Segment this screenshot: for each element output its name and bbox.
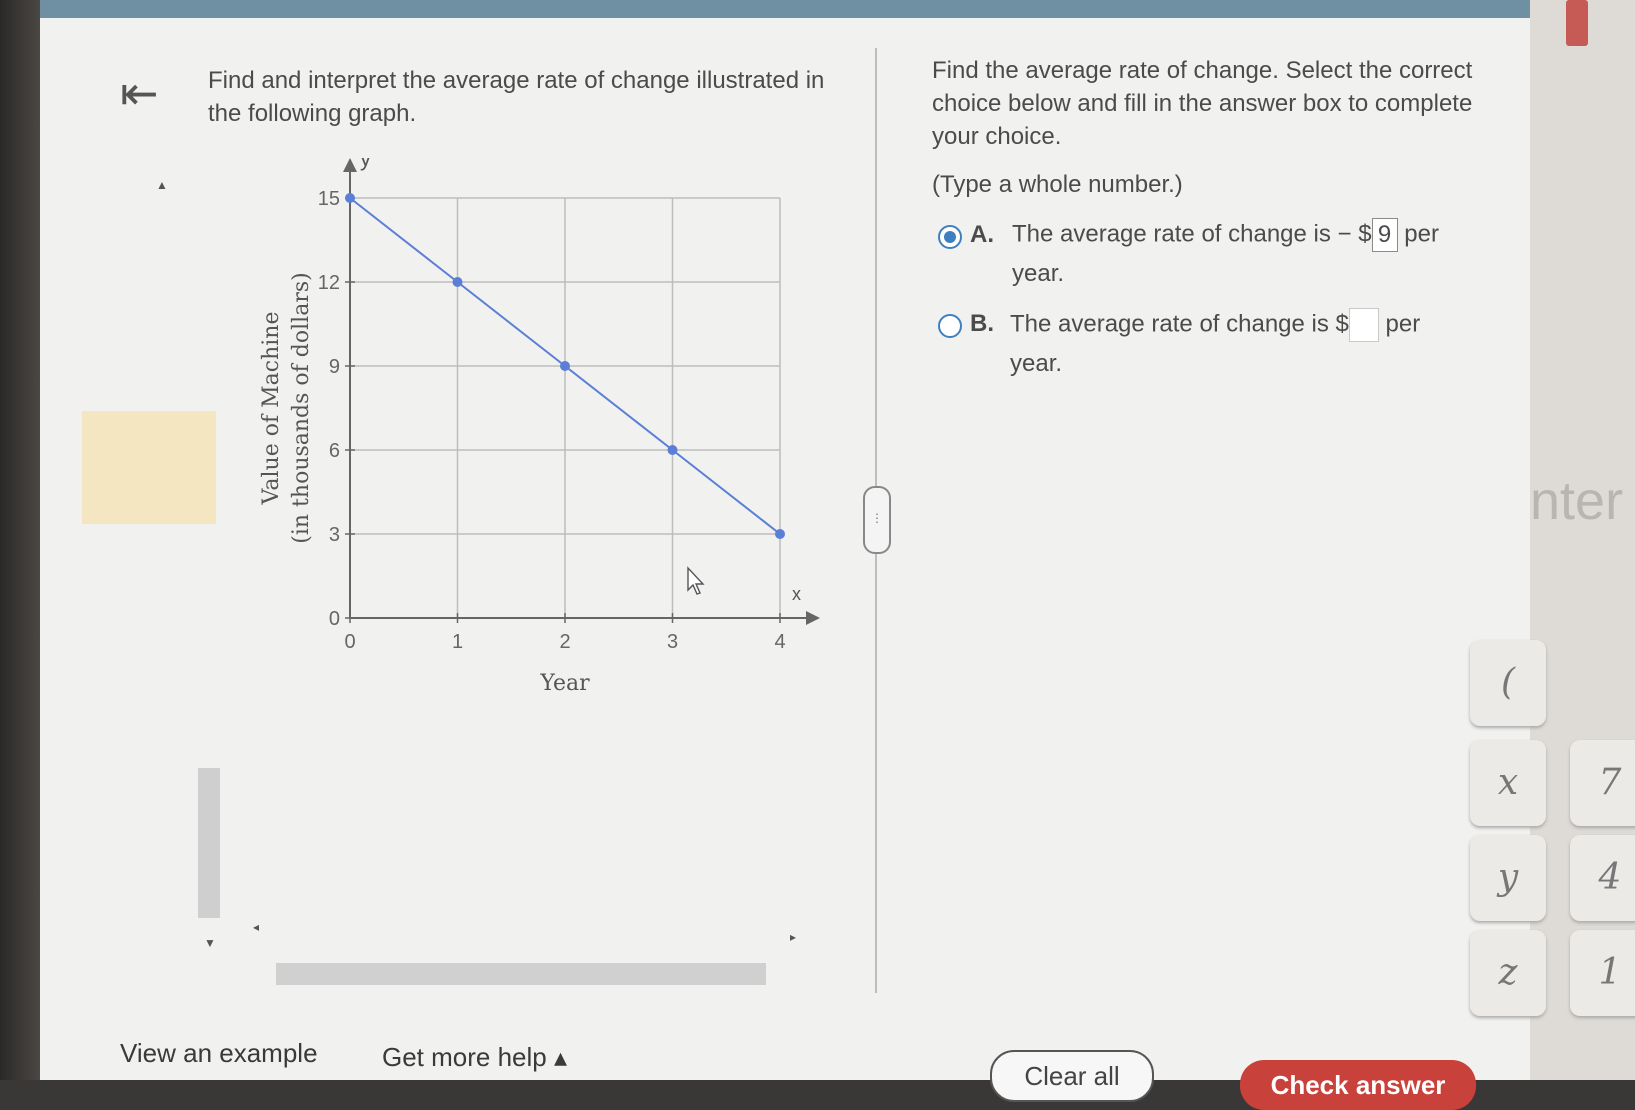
y-axis-letter: y xyxy=(360,158,371,171)
x-axis-label: Year xyxy=(539,671,590,696)
enter-key-text[interactable]: nter xyxy=(1530,470,1623,532)
option-b-label: The average rate of change is $ xyxy=(1010,310,1349,338)
option-b-line2: year. xyxy=(1010,350,1063,377)
y-axis-label-units: (in thousands of dollars) xyxy=(289,272,314,543)
option-a-radio[interactable] xyxy=(938,225,962,249)
key-z[interactable]: z xyxy=(1470,930,1546,1016)
y-tick-label: 9 xyxy=(329,356,340,378)
instructions-text: Find the average rate of change. Select … xyxy=(932,57,1473,150)
grid xyxy=(350,197,781,618)
monitor-bezel xyxy=(0,0,40,1080)
key-y[interactable]: y xyxy=(1470,835,1546,921)
x-axis-letter: x xyxy=(792,584,801,604)
option-b-answer-box[interactable] xyxy=(1348,308,1379,342)
option-a-text: The average rate of change is − $9 per xyxy=(1012,218,1439,252)
key-7[interactable]: 7 xyxy=(1570,740,1635,826)
question-prompt: Find and interpret the average rate of c… xyxy=(208,67,825,127)
key-1[interactable]: 1 xyxy=(1570,930,1635,1016)
scroll-right-arrow-icon[interactable]: ▸ xyxy=(790,930,796,944)
y-tick-label: 3 xyxy=(329,524,340,546)
top-bar xyxy=(40,0,1540,18)
hint-text: (Type a whole number.) xyxy=(932,171,1183,198)
highlight-strip xyxy=(82,411,216,524)
key-open-paren[interactable]: ( xyxy=(1470,640,1546,726)
data-point xyxy=(345,193,355,203)
option-a-line2: year. xyxy=(1012,260,1065,287)
option-b-text: The average rate of change is $ per xyxy=(1010,308,1420,342)
scroll-down-arrow-icon[interactable]: ▼ xyxy=(204,936,216,950)
view-example-link[interactable]: View an example xyxy=(120,1038,318,1069)
x-tick-label: 4 xyxy=(774,631,785,653)
scroll-left-arrow-icon[interactable]: ◂ xyxy=(253,920,259,934)
data-point xyxy=(452,277,463,287)
horizontal-scrollbar[interactable] xyxy=(276,963,766,985)
radio-selected-dot xyxy=(944,231,956,243)
get-more-help-link[interactable]: Get more help ▴ xyxy=(382,1042,567,1073)
key-4[interactable]: 4 xyxy=(1570,835,1635,921)
clear-all-button[interactable]: Clear all xyxy=(990,1050,1154,1102)
scroll-up-arrow-icon[interactable]: ▲ xyxy=(156,178,168,192)
data-point xyxy=(667,445,678,455)
check-answer-button[interactable]: Check answer xyxy=(1240,1060,1476,1110)
option-b-label-after: per xyxy=(1378,310,1421,338)
graph: 0 1 2 3 403691215 Year Value of Machine (in … xyxy=(259,158,820,696)
y-tick-label: 6 xyxy=(329,440,340,462)
side-panel-tab[interactable] xyxy=(1566,0,1588,46)
back-to-start-icon[interactable]: ⇤ xyxy=(120,70,159,116)
key-x[interactable]: x xyxy=(1470,740,1546,826)
option-a-answer-box[interactable]: 9 xyxy=(1371,218,1398,252)
y-tick-label: 12 xyxy=(318,272,340,294)
vertical-scrollbar[interactable] xyxy=(198,768,220,918)
x-tick-label: 3 xyxy=(667,631,678,653)
option-b-letter: B. xyxy=(970,310,994,337)
x-tick-label: 0 xyxy=(344,631,355,653)
data-point xyxy=(560,361,570,371)
x-tick-label: 2 xyxy=(559,631,570,653)
y-tick-label: 0 xyxy=(329,608,340,630)
option-b-radio[interactable] xyxy=(938,314,962,338)
axes xyxy=(343,158,820,625)
side-panel: nter ( x y z 7 4 1 xyxy=(1470,0,1635,1080)
data-point xyxy=(775,529,785,539)
x-tick-label: 1 xyxy=(452,631,463,653)
x-axis-arrow-icon xyxy=(806,611,820,625)
mouse-cursor-icon xyxy=(687,566,705,595)
option-a-label-after: per xyxy=(1397,220,1439,248)
divider-drag-handle[interactable]: ⋮ xyxy=(863,486,891,554)
option-a-label: The average rate of change is − $ xyxy=(1012,220,1372,248)
screen: ⇤ Find and interpret the average rate of… xyxy=(40,18,1545,1110)
option-a-letter: A. xyxy=(970,221,994,248)
y-axis-label: Value of Machine xyxy=(259,312,284,506)
y-axis-arrow-icon xyxy=(343,158,357,172)
y-tick-label: 15 xyxy=(318,188,340,210)
tick-labels: 0 1 2 3 403691215 xyxy=(318,188,786,653)
